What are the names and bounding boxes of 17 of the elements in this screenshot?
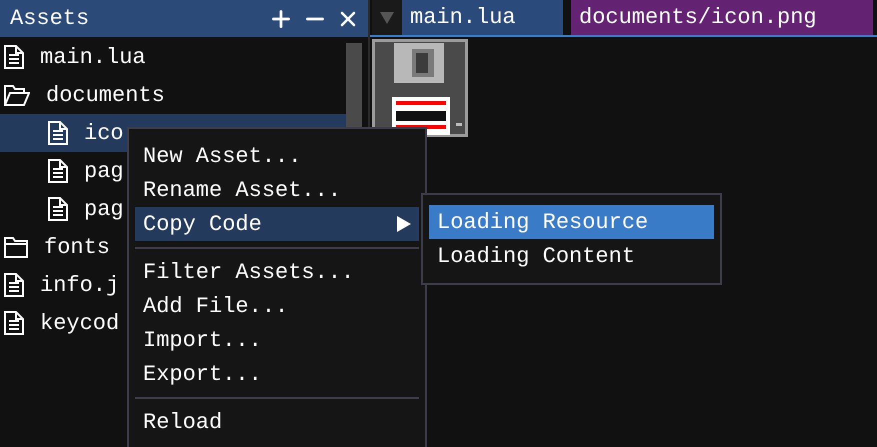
tree-label: pag [84,196,124,224]
tree-label: documents [46,82,165,110]
menu-label: Export... [143,360,262,388]
menu-label: Reload [143,408,222,436]
menu-label: Rename Asset... [143,176,342,204]
menu-label: New Asset... [143,142,302,170]
menu-label: Import... [143,326,262,354]
tree-label: info.j [40,272,120,300]
tree-label: main.lua [40,44,146,72]
tree-label: ico [84,120,124,148]
tree-label: keycod [40,310,120,338]
menu-label: Filter Assets... [143,258,354,286]
tree-label: pag [84,158,124,186]
panel-title: Assets [10,5,90,33]
tree-label: fonts [44,234,110,262]
menu-label: Add File... [143,292,288,320]
menu-label: Copy Code [143,210,262,238]
